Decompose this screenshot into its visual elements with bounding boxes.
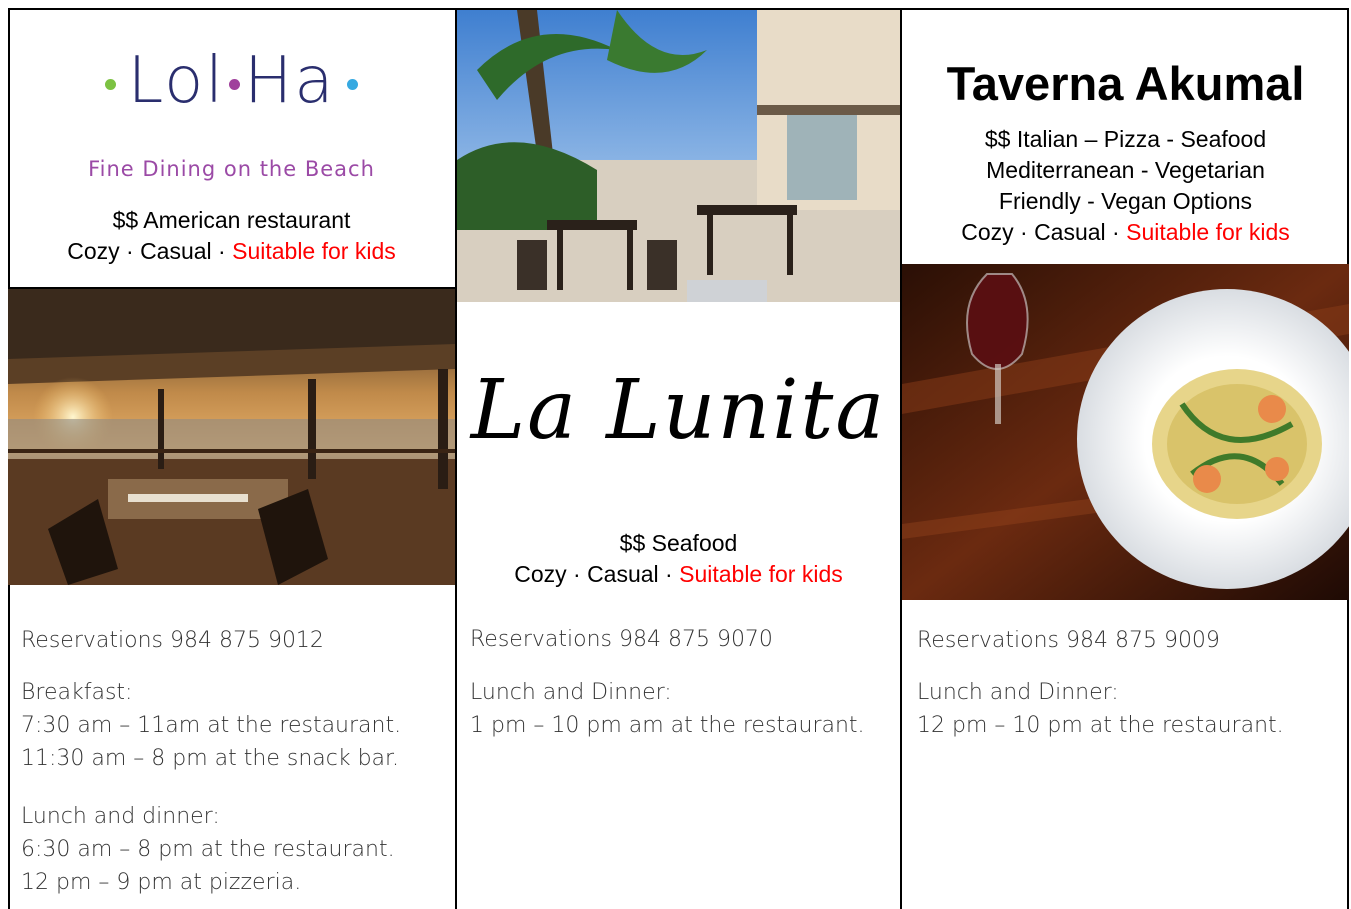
lolha-kids-badge: Suitable for kids (232, 238, 396, 264)
lunita-attrs-text: Cozy · Casual · (514, 561, 680, 587)
lolha-column: Lol Ha Fine Dining on the Beach $$ Americ… (8, 8, 455, 909)
lolha-attributes: Cozy · Casual · Suitable for kids (8, 236, 455, 267)
taverna-cuisine-line-1: $$ Italian – Pizza - Seafood (984, 126, 1267, 152)
lolha-details: $$ American restaurant Cozy · Casual · S… (8, 205, 455, 267)
taverna-attributes: Cozy · Casual · Suitable for kids (902, 217, 1349, 248)
lunita-hours-time-1: 1 pm – 10 pm am at the restaurant. (470, 713, 865, 738)
lolha-attrs-text: Cozy · Casual · (67, 238, 233, 264)
lunita-terrace-photo (457, 10, 900, 302)
taverna-hours-label: Lunch and Dinner: (917, 680, 1119, 705)
taverna-column: Taverna Akumal $$ Italian – Pizza - Seaf… (902, 8, 1349, 909)
dot-green-icon (104, 79, 116, 90)
lunita-hours-block: Lunch and Dinner: 1 pm – 10 pm am at the… (470, 676, 865, 742)
lunita-column: La Lunita $$ Seafood Cozy · Casual · Sui… (455, 8, 902, 909)
lolha-breakfast-block: Breakfast: 7:30 am – 11am at the restaur… (21, 676, 401, 775)
lolha-lunch-time-1: 6:30 am – 8 pm at the restaurant. (21, 837, 395, 862)
lolha-sunset-photo (8, 287, 455, 585)
lolha-logo: Lol Ha (8, 44, 455, 118)
lolha-lunch-time-2: 12 pm – 9 pm at pizzeria. (21, 870, 302, 895)
taverna-title: Taverna Akumal (946, 57, 1305, 110)
taverna-hours-block: Lunch and Dinner: 12 pm – 10 pm at the r… (917, 676, 1284, 742)
taverna-cuisine-line-2: Mediterranean - Vegetarian (986, 157, 1265, 183)
lunita-reservations: Reservations 984 875 9070 (470, 627, 773, 652)
lunita-attributes: Cozy · Casual · Suitable for kids (457, 559, 900, 590)
lolha-breakfast-label: Breakfast: (21, 680, 133, 705)
lolha-price-type: $$ American restaurant (112, 207, 351, 233)
taverna-kids-badge: Suitable for kids (1126, 219, 1290, 245)
taverna-cuisine-line-3: Friendly - Vegan Options (998, 188, 1253, 214)
taverna-hours-time-1: 12 pm – 10 pm at the restaurant. (917, 713, 1284, 738)
lunita-details: $$ Seafood Cozy · Casual · Suitable for … (457, 528, 900, 590)
lolha-lunch-label: Lunch and dinner: (21, 804, 220, 829)
dot-purple-icon (229, 79, 241, 90)
lunita-hours-label: Lunch and Dinner: (470, 680, 672, 705)
taverna-attrs-text: Cozy · Casual · (961, 219, 1127, 245)
lolha-reservations: Reservations 984 875 9012 (21, 628, 324, 653)
lunita-price-type: $$ Seafood (619, 530, 738, 556)
lolha-lunch-block: Lunch and dinner: 6:30 am – 8 pm at the … (21, 800, 395, 899)
taverna-details: $$ Italian – Pizza - Seafood Mediterrane… (902, 124, 1349, 248)
taverna-reservations: Reservations 984 875 9009 (917, 628, 1220, 653)
lolha-tagline: Fine Dining on the Beach (88, 157, 375, 181)
taverna-pasta-photo (902, 264, 1349, 600)
lolha-breakfast-time-2: 11:30 am – 8 pm at the snack bar. (21, 746, 400, 771)
dot-blue-icon (347, 79, 359, 90)
lunita-kids-badge: Suitable for kids (679, 561, 843, 587)
lunita-logo: La Lunita (470, 363, 887, 458)
lolha-breakfast-time-1: 7:30 am – 11am at the restaurant. (21, 713, 402, 738)
